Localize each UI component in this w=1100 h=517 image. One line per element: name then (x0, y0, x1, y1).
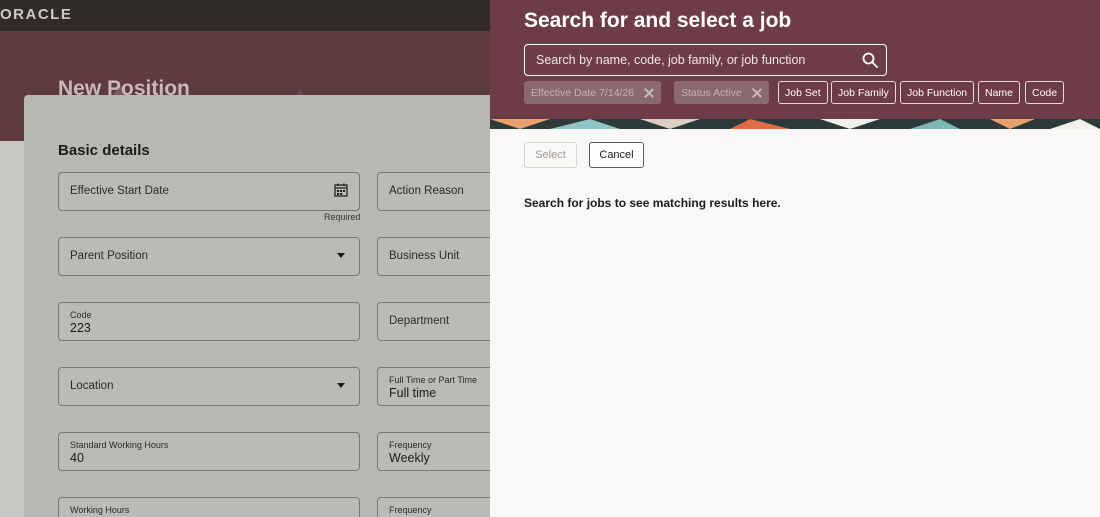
frequency-label-2: Frequency (389, 505, 432, 515)
job-search-input[interactable] (525, 45, 855, 75)
oracle-logo: ORACLE (0, 6, 73, 23)
drawer-header: Search for and select a job Effective Da… (490, 0, 1100, 119)
close-icon[interactable] (752, 88, 762, 98)
effective-start-date-field[interactable]: Effective Start Date (58, 172, 360, 211)
filter-chip-status[interactable]: Status Active (674, 81, 769, 104)
code-label: Code (70, 310, 92, 320)
action-reason-field[interactable]: Action Reason (377, 172, 507, 211)
effective-start-date-label: Effective Start Date (70, 185, 169, 197)
location-field[interactable]: Location (58, 367, 360, 406)
filter-job-family[interactable]: Job Family (831, 81, 896, 104)
frequency-field-2[interactable]: Frequency (377, 497, 507, 517)
select-button[interactable]: Select (524, 142, 577, 168)
chevron-down-icon[interactable] (337, 383, 345, 388)
code-field[interactable]: Code 223 (58, 302, 360, 341)
location-label: Location (70, 380, 114, 392)
code-value: 223 (70, 321, 91, 335)
filter-job-function[interactable]: Job Function (900, 81, 975, 104)
frequency-value: Weekly (389, 451, 430, 465)
close-icon[interactable] (644, 88, 654, 98)
standard-working-hours-field[interactable]: Standard Working Hours 40 (58, 432, 360, 471)
filter-name[interactable]: Name (978, 81, 1021, 104)
required-hint: Required (324, 212, 361, 222)
parent-position-field[interactable]: Parent Position (58, 237, 360, 276)
empty-results-message: Search for jobs to see matching results … (524, 196, 781, 210)
filter-chip-label: Effective Date 7/14/26 (531, 86, 635, 99)
working-hours-field[interactable]: Working Hours (58, 497, 360, 517)
filter-code[interactable]: Code (1025, 81, 1065, 104)
business-unit-label: Business Unit (389, 250, 460, 262)
full-part-time-label: Full Time or Part Time (389, 375, 478, 385)
section-title: Basic details (58, 142, 150, 159)
full-part-time-field[interactable]: Full Time or Part Time Full time (377, 367, 507, 406)
standard-working-hours-label: Standard Working Hours (70, 440, 169, 450)
department-label: Department (389, 315, 450, 327)
parent-position-label: Parent Position (70, 250, 148, 262)
frequency-label: Frequency (389, 440, 432, 450)
search-icon[interactable] (862, 52, 878, 68)
action-reason-label: Action Reason (389, 185, 464, 197)
drawer-header-pattern (490, 119, 1100, 129)
frequency-field[interactable]: Frequency Weekly (377, 432, 507, 471)
filter-job-set[interactable]: Job Set (778, 81, 828, 104)
chevron-down-icon[interactable] (337, 253, 345, 258)
department-field[interactable]: Department (377, 302, 507, 341)
working-hours-label: Working Hours (70, 505, 130, 515)
business-unit-field[interactable]: Business Unit (377, 237, 507, 276)
job-search-drawer: Search for and select a job Effective Da… (490, 0, 1100, 517)
cancel-button[interactable]: Cancel (589, 142, 644, 168)
filter-chip-label: Status Active (681, 86, 742, 99)
job-search-box (524, 44, 887, 76)
calendar-icon[interactable] (334, 183, 348, 197)
drawer-title: Search for and select a job (524, 9, 792, 32)
standard-working-hours-value: 40 (70, 451, 84, 465)
filter-chip-effective-date[interactable]: Effective Date 7/14/26 (524, 81, 662, 104)
full-part-time-value: Full time (389, 386, 437, 400)
